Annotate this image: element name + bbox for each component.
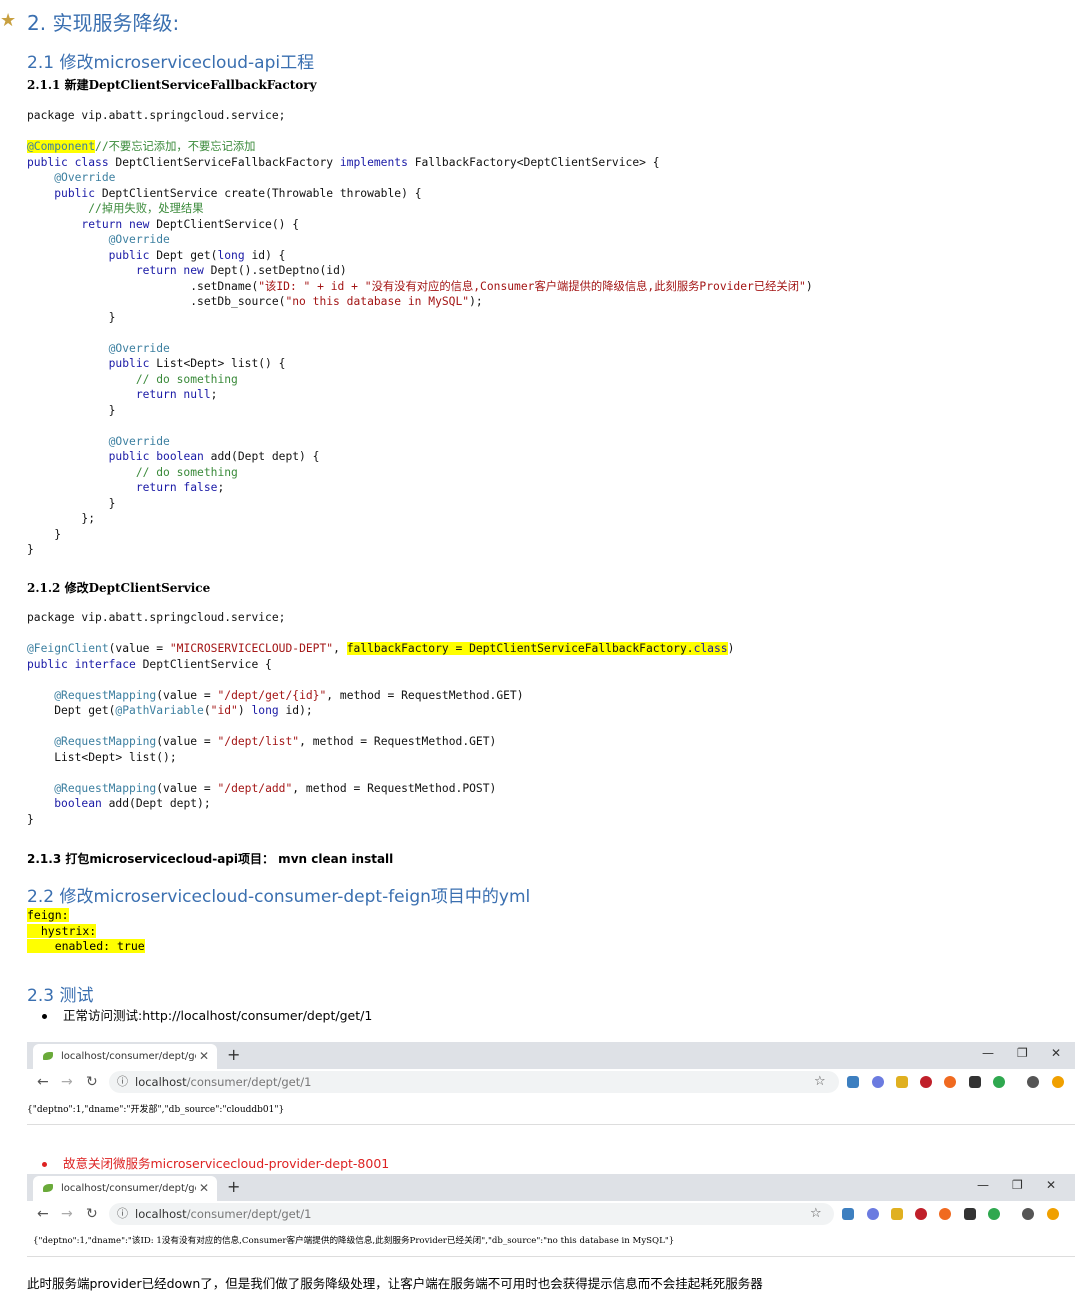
list-item: 正常访问测试:http://localhost/consumer/dept/ge… bbox=[42, 1008, 372, 1024]
browser-tab[interactable]: localhost/consumer/dept/get/ ✕ bbox=[33, 1044, 217, 1069]
plus-icon[interactable]: + bbox=[227, 1177, 240, 1196]
restore-icon[interactable]: ❐ bbox=[1012, 1178, 1023, 1192]
browser-screenshot-normal: localhost/consumer/dept/get/ ✕ + — ❐ ✕ ←… bbox=[27, 1042, 1075, 1125]
reload-icon[interactable]: ↻ bbox=[86, 1074, 98, 1090]
arrow-right-icon[interactable]: → bbox=[61, 1206, 73, 1222]
response-text: {"deptno":1,"dname":"开发部","db_source":"c… bbox=[27, 1105, 285, 1115]
arrow-right-icon[interactable]: → bbox=[61, 1074, 73, 1090]
code-comment: //不要忘记添加，不要忘记添加 bbox=[95, 140, 256, 153]
minimize-icon[interactable]: — bbox=[982, 1046, 994, 1060]
leaf-favicon-icon bbox=[43, 1052, 53, 1060]
leaf-favicon-icon bbox=[43, 1184, 53, 1192]
tab-bar: localhost/consumer/dept/get/ ✕ + — ❐ ✕ bbox=[27, 1042, 1075, 1069]
code-comment: //掉用失败，处理结果 bbox=[88, 202, 204, 215]
extension-icon[interactable] bbox=[969, 1076, 981, 1088]
info-icon: ⓘ bbox=[117, 1207, 128, 1220]
warning-icon[interactable] bbox=[1047, 1208, 1059, 1220]
url-input[interactable]: ⓘ localhost/consumer/dept/get/1 bbox=[109, 1203, 834, 1225]
address-bar-row: ← → ↻ ⓘ localhost/consumer/dept/get/1 ☆ bbox=[27, 1201, 1075, 1229]
extension-icon[interactable] bbox=[964, 1208, 976, 1220]
window-close-icon[interactable]: ✕ bbox=[1051, 1046, 1061, 1060]
response-text: {"deptno":1,"dname":"该ID: 1没有没有对应的信息,Con… bbox=[33, 1236, 675, 1246]
close-icon[interactable]: ✕ bbox=[199, 1176, 209, 1201]
extension-icon[interactable] bbox=[891, 1208, 903, 1220]
plus-icon[interactable]: + bbox=[227, 1045, 240, 1064]
page-title: 2. 实现服务降级: bbox=[27, 11, 180, 35]
address-bar-row: ← → ↻ ⓘ localhost/consumer/dept/get/1 ☆ bbox=[27, 1069, 1075, 1097]
evernote-icon[interactable] bbox=[988, 1208, 1000, 1220]
extension-icon[interactable] bbox=[847, 1076, 859, 1088]
evernote-icon[interactable] bbox=[993, 1076, 1005, 1088]
extension-icon[interactable] bbox=[896, 1076, 908, 1088]
yml-code-block: feign: hystrix: enabled: true bbox=[27, 908, 145, 955]
extension-icon[interactable] bbox=[842, 1208, 854, 1220]
arrow-left-icon[interactable]: ← bbox=[37, 1206, 49, 1222]
section-2-1-heading: 2.1 修改microservicecloud-api工程 bbox=[27, 53, 315, 73]
browser-screenshot-fallback: localhost/consumer/dept/get/ ✕ + — ❐ ✕ ←… bbox=[27, 1174, 1075, 1257]
minimize-icon[interactable]: — bbox=[977, 1178, 989, 1192]
yml-line: hystrix: bbox=[27, 923, 97, 938]
reload-icon[interactable]: ↻ bbox=[86, 1206, 98, 1222]
section-2-3-heading: 2.3 测试 bbox=[27, 986, 94, 1006]
adblock-icon[interactable] bbox=[920, 1076, 932, 1088]
info-icon: ⓘ bbox=[117, 1075, 128, 1088]
code-block-fallback-factory: package vip.abatt.springcloud.service; @… bbox=[27, 109, 813, 556]
yml-line: enabled: true bbox=[27, 939, 145, 953]
browser-tab[interactable]: localhost/consumer/dept/get/ ✕ bbox=[33, 1176, 217, 1201]
restore-icon[interactable]: ❐ bbox=[1017, 1046, 1028, 1060]
avatar[interactable] bbox=[1022, 1208, 1034, 1220]
star-outline-icon[interactable]: ☆ bbox=[810, 1206, 822, 1221]
code-package-line: package vip.abatt.springcloud.service; bbox=[27, 109, 286, 122]
arrow-left-icon[interactable]: ← bbox=[37, 1074, 49, 1090]
section-2-2-heading: 2.2 修改microservicecloud-consumer-dept-fe… bbox=[27, 887, 531, 907]
extension-icon[interactable] bbox=[872, 1076, 884, 1088]
warning-icon[interactable] bbox=[1052, 1076, 1064, 1088]
extension-icon[interactable] bbox=[939, 1208, 951, 1220]
list-item: 故意关闭微服务microservicecloud-provider-dept-8… bbox=[42, 1156, 389, 1172]
code-package-line: package vip.abatt.springcloud.service; bbox=[27, 611, 286, 624]
star-outline-icon[interactable]: ☆ bbox=[814, 1074, 826, 1089]
section-2-1-3-heading: 2.1.3 打包microservicecloud-api项目： mvn cle… bbox=[27, 852, 394, 866]
code-block-client-service: package vip.abatt.springcloud.service; @… bbox=[27, 611, 735, 826]
avatar[interactable] bbox=[1027, 1076, 1039, 1088]
yml-line: feign: bbox=[27, 908, 69, 922]
code-string: "该ID: " + id + "没有没有对应的信息,Consumer客户端提供的… bbox=[258, 279, 806, 293]
window-close-icon[interactable]: ✕ bbox=[1046, 1178, 1056, 1192]
extension-icon[interactable] bbox=[944, 1076, 956, 1088]
section-2-1-1-heading: 2.1.1 新建DeptClientServiceFallbackFactory bbox=[27, 78, 317, 92]
star-icon: ★ bbox=[0, 10, 17, 31]
tab-bar: localhost/consumer/dept/get/ ✕ + — ❐ ✕ bbox=[27, 1174, 1075, 1201]
url-input[interactable]: ⓘ localhost/consumer/dept/get/1 bbox=[109, 1071, 839, 1093]
conclusion-text: 此时服务端provider已经down了，但是我们做了服务降级处理，让客户端在服… bbox=[27, 1276, 763, 1291]
close-icon[interactable]: ✕ bbox=[199, 1044, 209, 1069]
adblock-icon[interactable] bbox=[915, 1208, 927, 1220]
code-string: "no this database in MySQL" bbox=[285, 295, 470, 308]
extension-icon[interactable] bbox=[867, 1208, 879, 1220]
section-2-1-2-heading: 2.1.2 修改DeptClientService bbox=[27, 581, 211, 595]
